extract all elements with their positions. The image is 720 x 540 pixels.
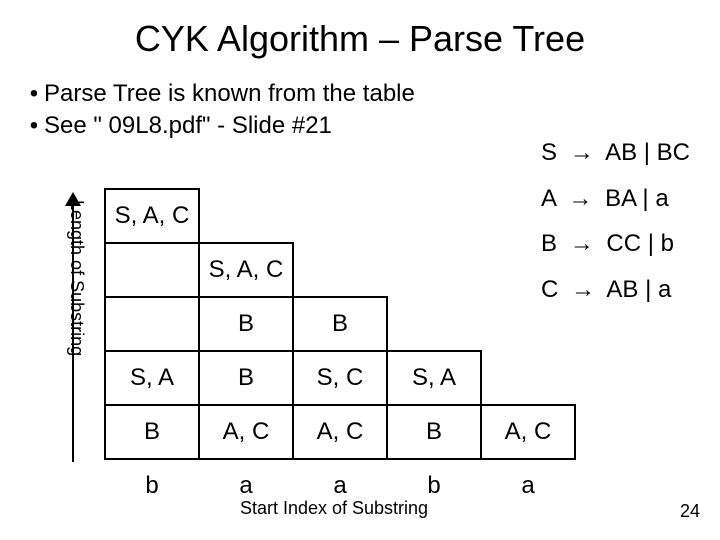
bullet-item: Parse Tree is known from the table xyxy=(44,78,415,110)
y-axis-label: Length of Substring xyxy=(66,200,87,356)
cyk-cell: B xyxy=(199,351,293,405)
cyk-cell-empty xyxy=(387,243,481,297)
cyk-cell: S, C xyxy=(293,351,387,405)
cyk-cell-empty xyxy=(481,297,575,351)
slide-title: CYK Algorithm – Parse Tree xyxy=(0,0,720,60)
cyk-cell-empty xyxy=(481,351,575,405)
cyk-cell: S, A xyxy=(105,351,199,405)
table-row: B B xyxy=(105,297,575,351)
cyk-cell-empty xyxy=(481,243,575,297)
cyk-cell: A, C xyxy=(199,405,293,459)
cyk-cell-empty xyxy=(481,189,575,243)
cyk-cell: B xyxy=(199,297,293,351)
bullet-item: See " 09L8.pdf" - Slide #21 xyxy=(44,110,332,142)
cyk-cell: A, C xyxy=(481,405,575,459)
arrow-icon: → xyxy=(564,130,600,176)
grammar-rhs: AB | BC xyxy=(605,139,690,166)
bullet-dot: • xyxy=(24,78,44,110)
grammar-lhs: S xyxy=(541,139,557,166)
cyk-cell xyxy=(105,243,199,297)
grammar-rhs: CC | b xyxy=(606,230,674,257)
cyk-cell-empty xyxy=(293,243,387,297)
page-number: 24 xyxy=(680,501,700,522)
cyk-cell-empty xyxy=(387,189,481,243)
cyk-cell: B xyxy=(387,405,481,459)
cyk-cell: S, A, C xyxy=(105,189,199,243)
cyk-cell-empty xyxy=(387,297,481,351)
cyk-cell: A, C xyxy=(293,405,387,459)
grammar-rhs: BA | a xyxy=(605,185,669,212)
cyk-cell xyxy=(105,297,199,351)
cyk-cell: S, A, C xyxy=(199,243,293,297)
table-row: B A, C A, C B A, C xyxy=(105,405,575,459)
cyk-cell: B xyxy=(105,405,199,459)
table-row: S, A B S, C S, A xyxy=(105,351,575,405)
cyk-table: S, A, C S, A, C B B S, A xyxy=(104,188,576,512)
cyk-cell: S, A xyxy=(387,351,481,405)
table-row: S, A, C xyxy=(105,243,575,297)
table-row: S, A, C xyxy=(105,189,575,243)
cyk-cell: B xyxy=(293,297,387,351)
x-axis-label: Start Index of Substring xyxy=(104,498,564,519)
cyk-cell-empty xyxy=(199,189,293,243)
cyk-cell-empty xyxy=(293,189,387,243)
grammar-rhs: AB | a xyxy=(606,276,671,303)
bullet-dot: • xyxy=(24,110,44,142)
grammar-rule: S → AB | BC xyxy=(541,130,690,176)
